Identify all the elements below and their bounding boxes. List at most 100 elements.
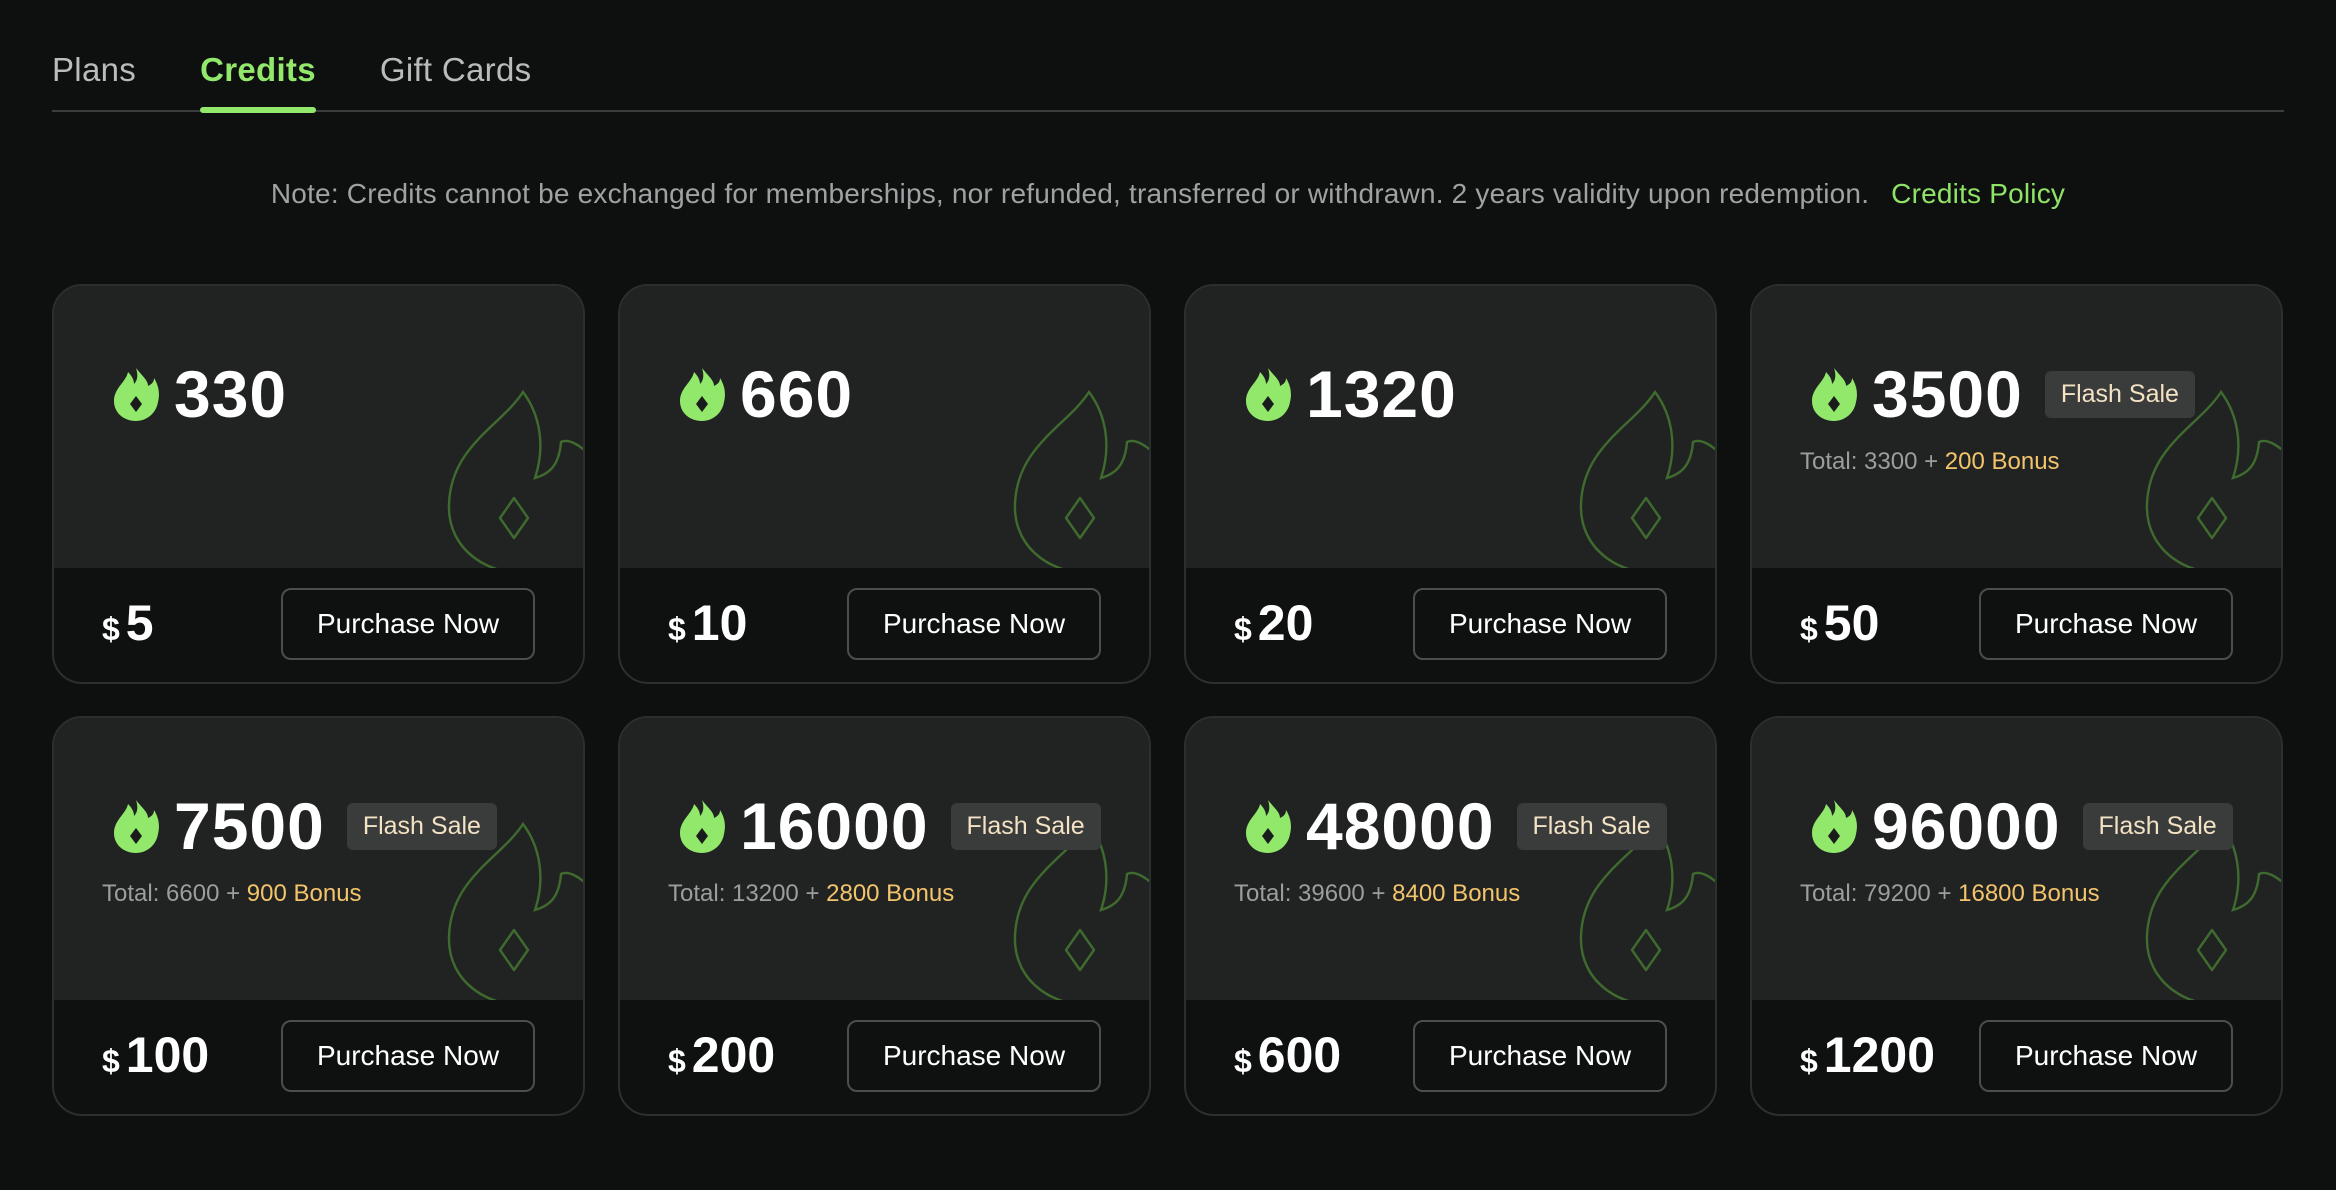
credits-policy-link[interactable]: Credits Policy: [1891, 178, 2065, 209]
card-header: 3500 Flash Sale Total: 3300 + 200 Bonus: [1752, 286, 2281, 568]
credit-amount-row: 660: [678, 354, 853, 434]
card-header: 660: [620, 286, 1149, 568]
credit-package-card: 48000 Flash Sale Total: 39600 + 8400 Bon…: [1184, 716, 1717, 1116]
flame-watermark-icon: [1579, 389, 1715, 568]
credit-amount-row: 330: [112, 354, 287, 434]
credit-amount: 16000: [740, 789, 929, 863]
credit-total-base: Total: 79200 +: [1800, 880, 1959, 907]
currency-symbol: $: [1234, 1043, 1252, 1079]
package-price: $ 50: [1800, 594, 1879, 652]
card-header: 48000 Flash Sale Total: 39600 + 8400 Bon…: [1186, 718, 1715, 1000]
flame-watermark-icon: [447, 389, 583, 568]
package-price: $ 600: [1234, 1026, 1341, 1084]
currency-symbol: $: [102, 1043, 120, 1079]
credit-package-card: 96000 Flash Sale Total: 79200 + 16800 Bo…: [1750, 716, 2283, 1116]
purchase-now-button[interactable]: Purchase Now: [847, 588, 1101, 660]
credit-bonus: 16800 Bonus: [1958, 880, 2100, 907]
currency-symbol: $: [1800, 1043, 1818, 1079]
credit-packages-grid: 330 $ 5 Purchase Now 660 $ 10 Purchase N…: [52, 284, 2284, 1116]
credit-amount-row: 3500 Flash Sale: [1810, 354, 2195, 434]
flash-sale-badge: Flash Sale: [346, 802, 497, 850]
flame-icon: [1246, 800, 1291, 853]
package-price: $ 10: [668, 594, 747, 652]
credit-package-card: 1320 $ 20 Purchase Now: [1184, 284, 1717, 684]
package-price: $ 200: [668, 1026, 775, 1084]
credit-package-card: 16000 Flash Sale Total: 13200 + 2800 Bon…: [618, 716, 1151, 1116]
flame-icon: [114, 800, 159, 853]
card-header: 96000 Flash Sale Total: 79200 + 16800 Bo…: [1752, 718, 2281, 1000]
credit-amount-row: 16000 Flash Sale: [678, 786, 1101, 866]
credit-bonus: 200 Bonus: [1944, 448, 2060, 475]
currency-symbol: $: [102, 611, 120, 647]
card-header: 330: [54, 286, 583, 568]
tab-plans[interactable]: Plans: [52, 40, 136, 110]
currency-symbol: $: [668, 611, 686, 647]
tab-credits[interactable]: Credits: [200, 40, 316, 113]
purchase-now-button[interactable]: Purchase Now: [1979, 588, 2233, 660]
credit-bonus: 8400 Bonus: [1392, 880, 1521, 907]
purchase-now-button[interactable]: Purchase Now: [281, 1020, 535, 1092]
purchase-now-button[interactable]: Purchase Now: [281, 588, 535, 660]
credit-package-card: 330 $ 5 Purchase Now: [52, 284, 585, 684]
credit-amount-row: 7500 Flash Sale: [112, 786, 497, 866]
price-value: 200: [691, 1027, 776, 1083]
price-value: 5: [125, 595, 154, 651]
credit-total: Total: 6600 + 900 Bonus: [102, 880, 362, 908]
credit-total-base: Total: 39600 +: [1234, 880, 1393, 907]
package-price: $ 5: [102, 594, 154, 652]
purchase-now-button[interactable]: Purchase Now: [847, 1020, 1101, 1092]
purchase-now-button[interactable]: Purchase Now: [1413, 588, 1667, 660]
price-value: 100: [125, 1027, 210, 1083]
credit-total: Total: 79200 + 16800 Bonus: [1800, 880, 2100, 908]
tab-gift-cards[interactable]: Gift Cards: [380, 40, 532, 110]
credit-total: Total: 39600 + 8400 Bonus: [1234, 880, 1520, 908]
card-header: 7500 Flash Sale Total: 6600 + 900 Bonus: [54, 718, 583, 1000]
flame-icon: [680, 368, 725, 421]
credit-amount: 3500: [1872, 357, 2023, 431]
flame-icon: [1246, 368, 1291, 421]
credit-amount: 660: [740, 357, 854, 431]
credits-note-text: Note: Credits cannot be exchanged for me…: [270, 178, 1870, 209]
package-price: $ 1200: [1800, 1026, 1935, 1084]
credit-amount: 96000: [1872, 789, 2061, 863]
price-value: 10: [691, 595, 748, 651]
credit-amount-row: 1320: [1244, 354, 1457, 434]
credit-amount-row: 96000 Flash Sale: [1810, 786, 2233, 866]
currency-symbol: $: [1234, 611, 1252, 647]
package-price: $ 20: [1234, 594, 1313, 652]
credit-amount: 1320: [1306, 357, 1457, 431]
credit-package-card: 7500 Flash Sale Total: 6600 + 900 Bonus …: [52, 716, 585, 1116]
flame-icon: [1812, 368, 1857, 421]
price-value: 600: [1257, 1027, 1342, 1083]
credit-total-base: Total: 13200 +: [668, 880, 827, 907]
credit-package-card: 660 $ 10 Purchase Now: [618, 284, 1151, 684]
currency-symbol: $: [1800, 611, 1818, 647]
currency-symbol: $: [668, 1043, 686, 1079]
flame-icon: [680, 800, 725, 853]
credit-amount-row: 48000 Flash Sale: [1244, 786, 1667, 866]
purchase-now-button[interactable]: Purchase Now: [1413, 1020, 1667, 1092]
flash-sale-badge: Flash Sale: [950, 802, 1101, 850]
credit-bonus: 2800 Bonus: [826, 880, 955, 907]
credit-amount: 330: [174, 357, 288, 431]
credits-page: Plans Credits Gift Cards Note: Credits c…: [0, 0, 2336, 1190]
card-header: 16000 Flash Sale Total: 13200 + 2800 Bon…: [620, 718, 1149, 1000]
credit-total: Total: 3300 + 200 Bonus: [1800, 448, 2060, 476]
credits-note: Note: Credits cannot be exchanged for me…: [0, 178, 2336, 210]
credit-amount: 7500: [174, 789, 325, 863]
tab-bar: Plans Credits Gift Cards: [52, 40, 2284, 113]
card-header: 1320: [1186, 286, 1715, 568]
price-value: 20: [1257, 595, 1314, 651]
credit-bonus: 900 Bonus: [246, 880, 362, 907]
credit-total-base: Total: 6600 +: [102, 880, 247, 907]
flame-icon: [114, 368, 159, 421]
flame-watermark-icon: [1013, 389, 1149, 568]
credit-total: Total: 13200 + 2800 Bonus: [668, 880, 954, 908]
flash-sale-badge: Flash Sale: [1516, 802, 1667, 850]
purchase-now-button[interactable]: Purchase Now: [1979, 1020, 2233, 1092]
price-value: 50: [1823, 595, 1880, 651]
package-price: $ 100: [102, 1026, 209, 1084]
flash-sale-badge: Flash Sale: [2082, 802, 2233, 850]
flash-sale-badge: Flash Sale: [2044, 370, 2195, 418]
price-value: 1200: [1823, 1027, 1936, 1083]
